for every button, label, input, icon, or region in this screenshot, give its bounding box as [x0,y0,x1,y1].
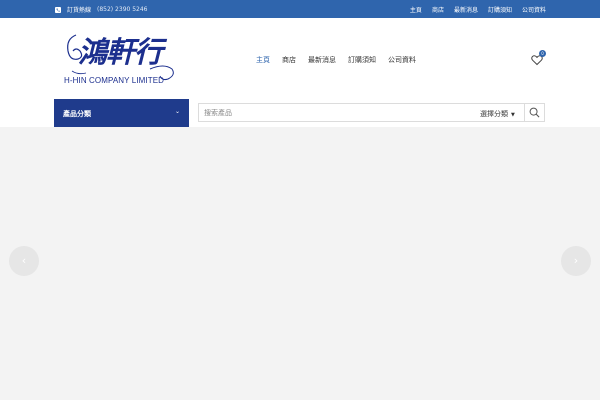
category-dropdown-button[interactable]: 產品分類 ⌄ [54,99,189,127]
top-links: 主頁 商店 最新消息 訂購須知 公司資料 [410,5,546,14]
top-link-order-info[interactable]: 訂購須知 [488,5,512,14]
nav-order-info[interactable]: 訂購須知 [348,55,376,65]
chevron-down-icon: ⌄ [174,108,180,115]
top-link-shop[interactable]: 商店 [432,5,444,14]
nav-shop[interactable]: 商店 [282,55,296,65]
search-icon [529,107,540,118]
nav-news[interactable]: 最新消息 [308,55,336,65]
category-select[interactable]: 選擇分類 ▼ [480,109,515,119]
search-input[interactable] [199,104,479,121]
main-nav: 主頁 商店 最新消息 訂購須知 公司資料 [256,55,416,65]
hero-slider: ‹ › [0,127,600,400]
logo-chars: 鴻軒行 [78,35,163,69]
search-button[interactable] [525,104,544,121]
slider-next-button[interactable]: › [561,246,591,276]
logo-company-name: H-HIN COMPANY LIMITED [64,76,165,85]
hotline-number: (852) 2390 5246 [97,6,148,13]
category-select-label: 選擇分類 [480,110,508,118]
top-link-news[interactable]: 最新消息 [454,5,478,14]
wishlist-button[interactable]: 0 [531,50,546,66]
top-bar: 訂貨熱線 (852) 2390 5246 主頁 商店 最新消息 訂購須知 公司資… [0,0,600,18]
phone-icon [55,6,61,13]
site-logo[interactable]: 鴻軒行 H-HIN COMPANY LIMITED [64,29,180,91]
order-hotline: 訂貨熱線 (852) 2390 5246 [55,5,148,14]
nav-home[interactable]: 主頁 [256,55,270,65]
slider-prev-button[interactable]: ‹ [9,246,39,276]
caret-down-icon: ▼ [511,112,515,118]
top-link-company-info[interactable]: 公司資料 [522,5,546,14]
search-bar: 選擇分類▼ [198,103,545,122]
hotline-label: 訂貨熱線 [67,7,92,14]
category-label: 產品分類 [63,110,91,118]
nav-company-info[interactable]: 公司資料 [388,55,416,65]
wishlist-count-badge: 0 [539,50,546,57]
top-link-home[interactable]: 主頁 [410,5,422,14]
